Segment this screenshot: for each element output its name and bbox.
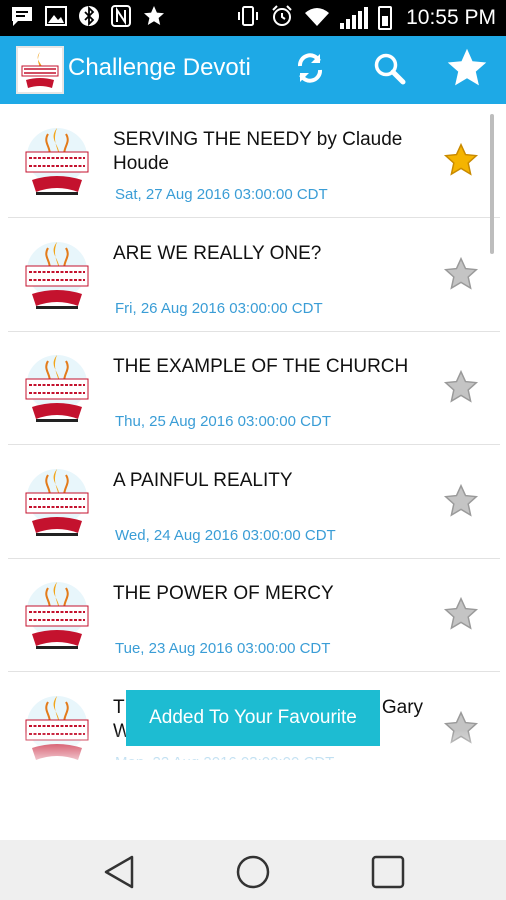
star-icon (443, 256, 479, 296)
list-item[interactable]: ARE WE REALLY ONE? Fri, 26 Aug 2016 03:00… (8, 218, 500, 332)
item-title: SERVING THE NEEDY by Claude Houde (113, 129, 403, 174)
app-logo (16, 46, 64, 94)
devotional-thumbnail (20, 349, 94, 425)
devotional-thumbnail (20, 122, 94, 198)
status-right-icons: 10:55 PM (236, 4, 496, 33)
bluetooth-icon (78, 4, 100, 33)
scrollbar[interactable] (490, 114, 494, 254)
star-icon (443, 483, 479, 523)
recents-icon (365, 855, 409, 898)
devotional-thumbnail (20, 463, 94, 539)
favourites-button[interactable] (445, 48, 489, 92)
item-title: THE POWER OF MERCY (113, 583, 334, 605)
item-title: A PAINFUL REALITY (113, 469, 293, 491)
refresh-icon (292, 50, 328, 91)
list-item[interactable]: A PAINFUL REALITY Wed, 24 Aug 2016 03:00:… (8, 445, 500, 559)
star-icon (445, 46, 489, 95)
list-item[interactable]: THE EXAMPLE OF THE CHURCH Thu, 25 Aug 201… (8, 331, 500, 446)
item-date: Tue, 23 Aug 2016 03:00:00 CDT (115, 640, 331, 658)
favourite-star-button[interactable] (443, 369, 479, 405)
favourite-star-button[interactable] (443, 142, 479, 178)
devotional-list[interactable]: SERVING THE NEEDY by Claude Houde Sat, 27… (0, 104, 506, 760)
message-icon (10, 5, 34, 32)
signal-icon (340, 7, 369, 29)
recents-button[interactable] (365, 850, 409, 894)
home-icon (231, 855, 275, 898)
search-icon (372, 51, 406, 90)
refresh-button[interactable] (288, 48, 332, 92)
battery-icon (378, 6, 393, 30)
search-button[interactable] (367, 48, 411, 92)
nfc-icon (110, 4, 132, 33)
star-icon (443, 597, 479, 636)
favourite-star-button[interactable] (443, 483, 479, 519)
item-date: Wed, 24 Aug 2016 03:00:00 CDT (115, 526, 336, 544)
image-icon (44, 5, 68, 32)
item-date: Thu, 25 Aug 2016 03:00:00 CDT (115, 413, 331, 431)
devotional-thumbnail (20, 236, 94, 312)
vibrate-icon (236, 4, 260, 33)
alarm-icon (270, 4, 294, 33)
back-icon (98, 855, 142, 898)
wifi-icon (304, 5, 330, 32)
back-button[interactable] (98, 850, 142, 894)
star-icon (443, 370, 479, 409)
favourite-star-button[interactable] (443, 596, 479, 632)
item-title: THE EXAMPLE OF THE CHURCH (113, 356, 409, 378)
list-item[interactable]: THE POWER OF MERCY Tue, 23 Aug 2016 03:00… (8, 558, 500, 673)
star-icon (443, 142, 479, 182)
status-bar: 10:55 PM (0, 0, 506, 36)
item-date: Fri, 26 Aug 2016 03:00:00 CDT (115, 299, 323, 317)
devotional-thumbnail (20, 576, 94, 652)
app-bar: Challenge Devoti (0, 36, 506, 104)
item-title: ARE WE REALLY ONE? (113, 242, 322, 264)
favourite-star-button[interactable] (443, 256, 479, 292)
item-date: Sat, 27 Aug 2016 03:00:00 CDT (115, 186, 328, 203)
toast: Added To Your Favourite (126, 690, 380, 746)
status-left-icons (10, 4, 166, 33)
star-icon (142, 4, 166, 33)
list-item[interactable]: SERVING THE NEEDY by Claude Houde Sat, 27… (8, 104, 500, 218)
navigation-bar (0, 840, 506, 900)
status-time: 10:55 PM (406, 6, 496, 29)
app-title: Challenge Devoti (68, 54, 251, 81)
home-button[interactable] (231, 850, 275, 894)
